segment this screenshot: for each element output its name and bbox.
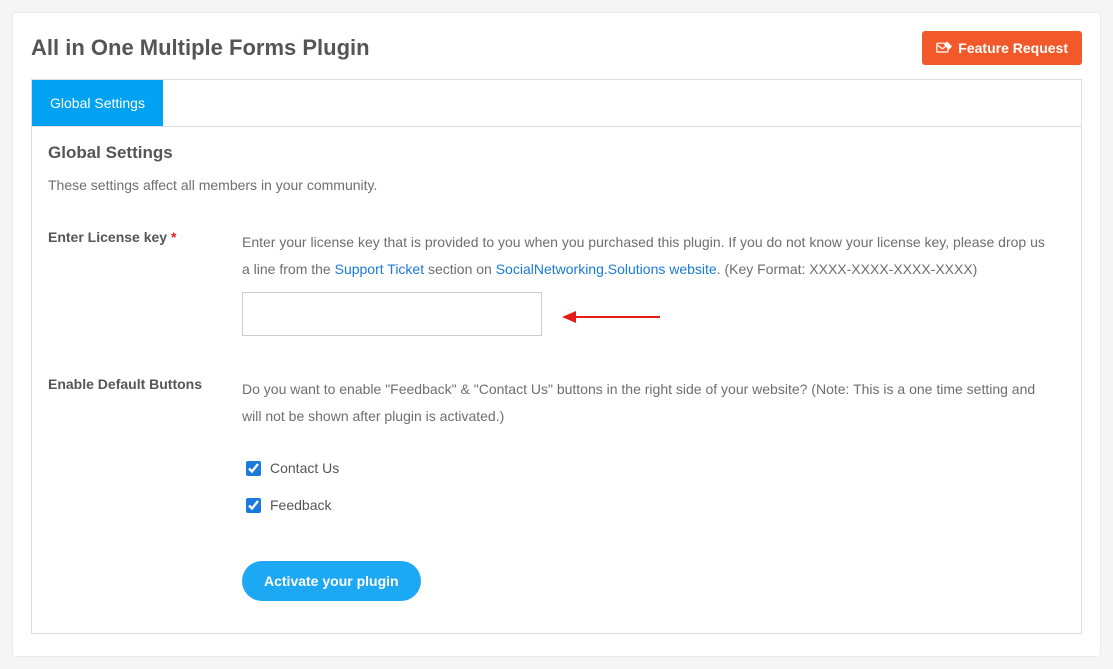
activate-plugin-button[interactable]: Activate your plugin (242, 561, 421, 601)
pointer-arrow-icon (562, 310, 662, 324)
page-title: All in One Multiple Forms Plugin (31, 35, 370, 61)
license-key-row: Enter License key * Enter your license k… (48, 229, 1065, 336)
default-buttons-description: Do you want to enable "Feedback" & "Cont… (242, 381, 1035, 424)
feedback-checkbox[interactable] (246, 498, 261, 513)
section-description: These settings affect all members in you… (48, 177, 1065, 193)
feature-request-label: Feature Request (958, 40, 1068, 56)
tabs-bar: Global Settings (31, 79, 1082, 126)
section-title: Global Settings (48, 143, 1065, 163)
support-ticket-link[interactable]: Support Ticket (335, 261, 425, 277)
contact-us-option: Contact Us (242, 455, 1045, 482)
default-buttons-row: Enable Default Buttons Do you want to en… (48, 376, 1065, 560)
default-buttons-content: Do you want to enable "Feedback" & "Cont… (242, 376, 1065, 560)
license-key-label-text: Enter License key (48, 229, 167, 245)
sns-website-link[interactable]: SocialNetworking.Solutions website (496, 261, 717, 277)
license-key-input[interactable] (242, 292, 542, 336)
settings-panel: All in One Multiple Forms Plugin Feature… (12, 12, 1101, 657)
contact-us-checkbox[interactable] (246, 461, 261, 476)
license-desc-mid: section on (424, 261, 496, 277)
feedback-label[interactable]: Feedback (270, 492, 331, 519)
required-asterisk: * (171, 229, 176, 245)
contact-us-label[interactable]: Contact Us (270, 455, 339, 482)
envelope-edit-icon (936, 41, 952, 55)
license-input-wrap (242, 292, 1045, 336)
license-key-label: Enter License key * (48, 229, 242, 336)
license-key-content: Enter your license key that is provided … (242, 229, 1065, 336)
feedback-option: Feedback (242, 492, 1045, 519)
settings-box: Global Settings These settings affect al… (31, 126, 1082, 634)
checkbox-group: Contact Us Feedback (242, 455, 1045, 518)
submit-row: Activate your plugin (242, 561, 1065, 601)
default-buttons-label: Enable Default Buttons (48, 376, 242, 560)
header-row: All in One Multiple Forms Plugin Feature… (31, 31, 1082, 65)
feature-request-button[interactable]: Feature Request (922, 31, 1082, 65)
tab-global-settings[interactable]: Global Settings (32, 80, 163, 126)
license-desc-part2: . (Key Format: XXXX-XXXX-XXXX-XXXX) (717, 261, 978, 277)
